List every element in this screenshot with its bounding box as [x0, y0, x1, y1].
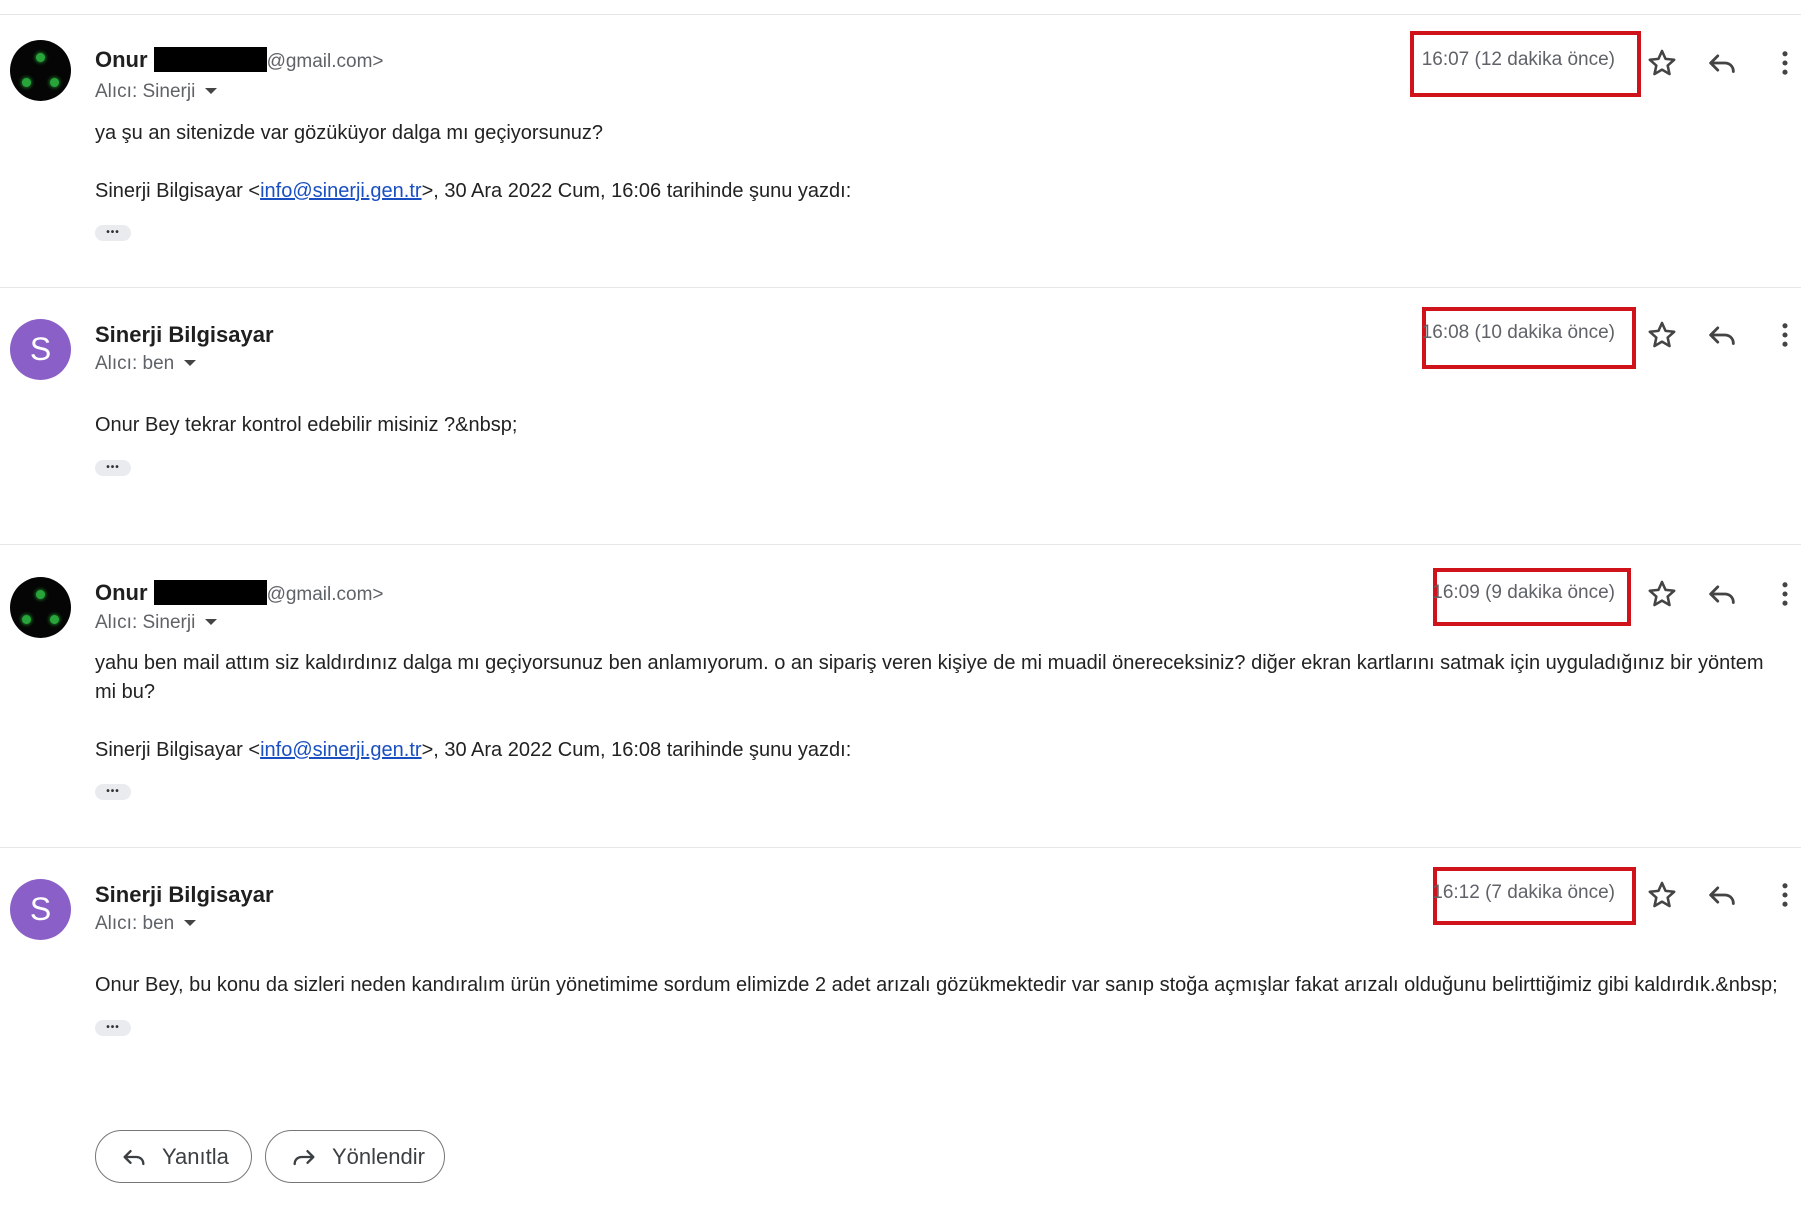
redacted-block [153, 47, 267, 72]
email-link[interactable]: info@sinerji.gen.tr [260, 180, 421, 202]
recipient-details[interactable]: Alıcı: ben [95, 353, 197, 375]
sender[interactable]: Sinerji Bilgisayar [95, 882, 274, 908]
dropdown-caret-icon[interactable] [184, 360, 197, 366]
timestamp: 16:12 (7 dakika önce) [1432, 882, 1615, 903]
recipient-label: Alıcı: ben [95, 913, 175, 934]
recipient-label: Alıcı: Sinerji [95, 612, 196, 633]
show-trimmed-content-button[interactable]: ••• [95, 784, 131, 800]
sender-name: Onur [95, 580, 148, 605]
sender[interactable]: Sinerji Bilgisayar [95, 322, 274, 348]
quote-header: Sinerji Bilgisayar <info@sinerji.gen.tr>… [95, 177, 851, 206]
reply-button[interactable]: Yanıtla [95, 1130, 252, 1183]
quote-header: Sinerji Bilgisayar <info@sinerji.gen.tr>… [95, 736, 851, 765]
recipient-details[interactable]: Alıcı: Sinerji [95, 81, 218, 103]
show-trimmed-content-button[interactable]: ••• [95, 1020, 131, 1036]
quote-prefix: Sinerji Bilgisayar < [95, 739, 261, 761]
redacted-block [153, 580, 267, 605]
forward-button-label: Yönlendir [332, 1143, 425, 1169]
reply-button-label: Yanıtla [162, 1143, 229, 1169]
recipient-label: Alıcı: ben [95, 353, 175, 374]
message-body: yahu ben mail attım siz kaldırdınız dalg… [95, 652, 1764, 703]
message-3: Onur @gmail.com> Alıcı: Sinerji 16:09 (9 … [0, 546, 1801, 848]
show-trimmed-content-button[interactable]: ••• [95, 460, 131, 476]
timestamp: 16:07 (12 dakika önce) [1421, 49, 1615, 70]
recipient-details[interactable]: Alıcı: Sinerji [95, 612, 218, 634]
avatar[interactable]: S [10, 319, 71, 380]
message-4: S Sinerji Bilgisayar Alıcı: ben 16:12 (7… [0, 849, 1801, 1109]
forward-icon [293, 1149, 315, 1165]
star-icon[interactable] [1645, 577, 1679, 611]
sender[interactable]: Onur @gmail.com> [95, 580, 384, 606]
sender-email: @gmail.com> [266, 584, 384, 605]
message-body: ya şu an sitenizde var gözüküyor dalga m… [95, 122, 604, 144]
avatar[interactable]: S [10, 879, 71, 940]
dropdown-caret-icon[interactable] [205, 88, 218, 94]
sender-name: Onur [95, 47, 148, 72]
avatar[interactable] [10, 40, 71, 101]
dropdown-caret-icon[interactable] [184, 920, 197, 926]
more-vert-icon[interactable] [1768, 577, 1801, 611]
avatar[interactable] [10, 577, 71, 638]
recipient-details[interactable]: Alıcı: ben [95, 913, 197, 935]
message-2: S Sinerji Bilgisayar Alıcı: ben 16:08 (1… [0, 289, 1801, 545]
quote-suffix: >, 30 Ara 2022 Cum, 16:08 tarihinde şunu… [421, 739, 852, 761]
more-vert-icon[interactable] [1768, 318, 1801, 352]
message-body: Onur Bey tekrar kontrol edebilir misiniz… [95, 414, 518, 436]
forward-button[interactable]: Yönlendir [265, 1130, 445, 1183]
divider [0, 287, 1801, 288]
reply-icon[interactable] [1705, 46, 1739, 80]
sender[interactable]: Onur @gmail.com> [95, 47, 384, 73]
quote-prefix: Sinerji Bilgisayar < [95, 180, 261, 202]
timestamp: 16:08 (10 dakika önce) [1421, 322, 1615, 343]
star-icon[interactable] [1645, 318, 1679, 352]
dropdown-caret-icon[interactable] [205, 619, 218, 625]
reply-icon [123, 1149, 145, 1165]
quote-suffix: >, 30 Ara 2022 Cum, 16:06 tarihinde şunu… [421, 180, 852, 202]
reply-icon[interactable] [1705, 318, 1739, 352]
more-vert-icon[interactable] [1768, 46, 1801, 80]
reply-icon[interactable] [1705, 878, 1739, 912]
reply-icon[interactable] [1705, 577, 1739, 611]
star-icon[interactable] [1645, 878, 1679, 912]
recipient-label: Alıcı: Sinerji [95, 81, 196, 102]
message-1: Onur @gmail.com> Alıcı: Sinerji 16:07 (12… [0, 0, 1801, 288]
sender-email: @gmail.com> [266, 51, 384, 72]
more-vert-icon[interactable] [1768, 878, 1801, 912]
message-body: Onur Bey, bu konu da sizleri neden kandı… [95, 974, 1778, 996]
star-icon[interactable] [1645, 46, 1679, 80]
divider [0, 544, 1801, 545]
divider [0, 847, 1801, 848]
sender-name: Sinerji Bilgisayar [95, 882, 274, 907]
timestamp: 16:09 (9 dakika önce) [1432, 582, 1615, 603]
sender-name: Sinerji Bilgisayar [95, 322, 274, 347]
show-trimmed-content-button[interactable]: ••• [95, 225, 131, 241]
email-link[interactable]: info@sinerji.gen.tr [260, 739, 421, 761]
